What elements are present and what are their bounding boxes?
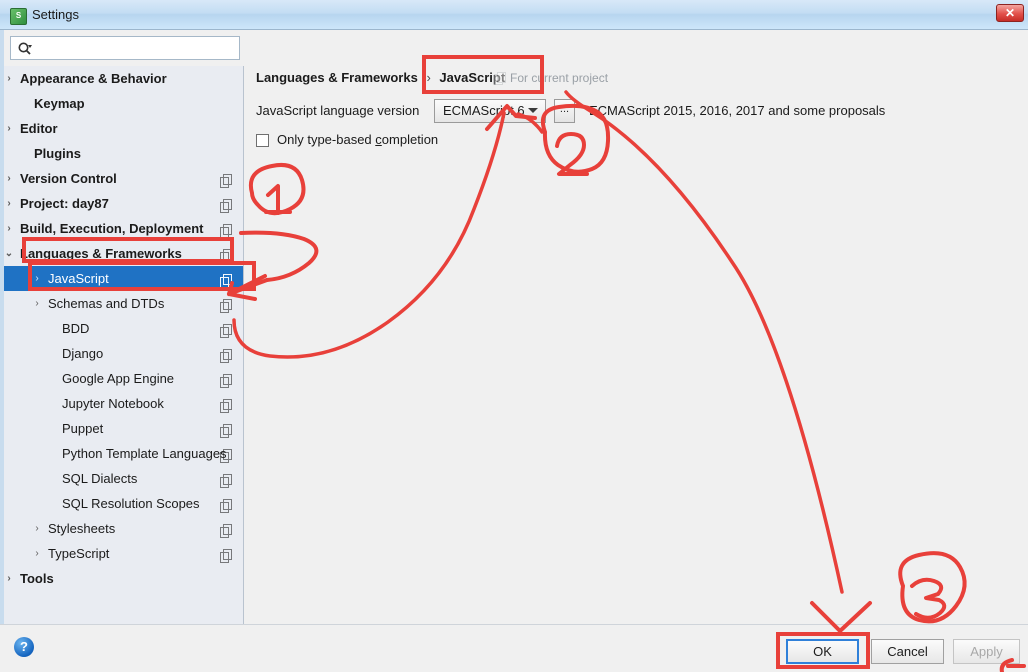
- help-icon[interactable]: ?: [14, 637, 34, 657]
- settings-dialog: S Settings ✕ › Appearance & Behavior Keyma…: [0, 0, 1028, 672]
- sidebar-item-label: Languages & Frameworks: [20, 246, 182, 261]
- sidebar-item-label: Editor: [20, 121, 58, 136]
- sidebar-item-editor[interactable]: › Editor: [4, 116, 243, 141]
- sidebar-item-tools[interactable]: › Tools: [4, 566, 243, 591]
- sidebar-item-label: SQL Dialects: [62, 471, 138, 486]
- sidebar-item-label: Django: [62, 346, 104, 361]
- copy-settings-icon[interactable]: [220, 471, 233, 488]
- copy-settings-icon[interactable]: [220, 296, 233, 313]
- type-based-completion-checkbox[interactable]: [256, 134, 269, 147]
- sidebar-item-label: Keymap: [34, 96, 85, 111]
- title-bar: S Settings ✕: [0, 0, 1028, 30]
- chevron-right-icon[interactable]: ›: [4, 191, 16, 216]
- close-icon[interactable]: ✕: [996, 4, 1024, 22]
- chevron-right-icon[interactable]: ›: [30, 516, 44, 541]
- search-icon: [17, 41, 33, 57]
- sidebar-item-label: TypeScript: [48, 546, 110, 561]
- language-version-description: ECMAScript 2015, 2016, 2017 and some pro…: [589, 103, 886, 118]
- sidebar-item-label: Version Control: [20, 171, 117, 186]
- sidebar-item-sql-dialects[interactable]: SQL Dialects: [4, 466, 243, 491]
- chevron-down-icon[interactable]: ⌄: [4, 241, 16, 266]
- sidebar-item-project-day87[interactable]: › Project: day87: [4, 191, 243, 216]
- sidebar-item-build-execution-deployment[interactable]: › Build, Execution, Deployment: [4, 216, 243, 241]
- chevron-right-icon[interactable]: ›: [4, 166, 16, 191]
- language-version-value: ECMAScript 6: [443, 103, 525, 118]
- copy-settings-icon[interactable]: [220, 446, 233, 463]
- copy-settings-icon[interactable]: [220, 396, 233, 413]
- copy-settings-icon[interactable]: [220, 171, 233, 188]
- sidebar-item-label: Stylesheets: [48, 521, 116, 536]
- language-version-label: JavaScript language version: [256, 103, 420, 118]
- apply-button[interactable]: Apply: [953, 639, 1020, 664]
- sidebar-item-django[interactable]: Django: [4, 341, 243, 366]
- chevron-down-icon: [528, 108, 538, 113]
- sidebar-item-plugins[interactable]: Plugins: [4, 141, 243, 166]
- language-version-select[interactable]: ECMAScript 6: [434, 99, 546, 123]
- sidebar-item-label: Schemas and DTDs: [48, 296, 165, 311]
- copy-settings-icon[interactable]: [220, 196, 233, 213]
- copy-settings-icon[interactable]: [220, 371, 233, 388]
- sidebar-item-label: Project: day87: [20, 196, 109, 211]
- chevron-right-icon[interactable]: ›: [30, 266, 44, 291]
- chevron-right-icon[interactable]: ›: [4, 216, 16, 241]
- sidebar-item-bdd[interactable]: BDD: [4, 316, 243, 341]
- sidebar-item-schemas-and-dtds[interactable]: › Schemas and DTDs: [4, 291, 243, 316]
- copy-settings-icon[interactable]: [220, 421, 233, 438]
- for-current-project-label: For current project: [510, 71, 609, 85]
- sidebar-item-label: SQL Resolution Scopes: [62, 496, 200, 511]
- chevron-right-icon[interactable]: ›: [4, 566, 16, 591]
- sidebar-item-label: Python Template Languages: [62, 446, 227, 461]
- sidebar-item-label: Tools: [20, 571, 54, 586]
- sidebar-item-typescript[interactable]: › TypeScript: [4, 541, 243, 566]
- sidebar-item-stylesheets[interactable]: › Stylesheets: [4, 516, 243, 541]
- language-version-more-button[interactable]: ...: [554, 99, 575, 123]
- copy-settings-icon[interactable]: [220, 321, 233, 338]
- copy-settings-icon[interactable]: [220, 521, 233, 538]
- copy-settings-icon[interactable]: [220, 346, 233, 363]
- sidebar-item-sql-resolution-scopes[interactable]: SQL Resolution Scopes: [4, 491, 243, 516]
- copy-settings-icon[interactable]: [220, 271, 233, 288]
- settings-tree[interactable]: › Appearance & Behavior Keymap › Editor Plugi…: [4, 66, 244, 654]
- sidebar-item-label: JavaScript: [48, 271, 109, 286]
- breadcrumb-separator: ›: [426, 70, 431, 85]
- sidebar-item-google-app-engine[interactable]: Google App Engine: [4, 366, 243, 391]
- search-box[interactable]: [10, 36, 240, 60]
- sidebar-item-keymap[interactable]: Keymap: [4, 91, 243, 116]
- copy-settings-icon[interactable]: [220, 221, 233, 238]
- settings-app-icon: S: [10, 8, 27, 25]
- chevron-right-icon[interactable]: ›: [4, 116, 16, 141]
- copy-settings-icon[interactable]: [220, 496, 233, 513]
- breadcrumb-root[interactable]: Languages & Frameworks: [256, 70, 418, 85]
- sidebar-item-label: Puppet: [62, 421, 104, 436]
- content-panel: Languages & Frameworks › JavaScript For …: [245, 66, 1028, 654]
- type-based-completion-label: Only type-based completion: [277, 132, 439, 147]
- sidebar-item-label: Build, Execution, Deployment: [20, 221, 204, 236]
- search-input[interactable]: [37, 39, 239, 59]
- window-title: Settings: [32, 7, 79, 22]
- chevron-right-icon[interactable]: ›: [30, 541, 44, 566]
- sidebar-item-appearance-behavior[interactable]: › Appearance & Behavior: [4, 66, 243, 91]
- sidebar-item-label: Google App Engine: [62, 371, 175, 386]
- cancel-button[interactable]: Cancel: [871, 639, 944, 664]
- sidebar-item-languages-frameworks[interactable]: ⌄ Languages & Frameworks: [4, 241, 243, 266]
- breadcrumb: Languages & Frameworks › JavaScript: [256, 70, 505, 85]
- sidebar-item-python-template-languages[interactable]: Python Template Languages: [4, 441, 243, 466]
- chevron-right-icon[interactable]: ›: [30, 291, 44, 316]
- chevron-right-icon[interactable]: ›: [4, 66, 16, 91]
- sidebar-item-puppet[interactable]: Puppet: [4, 416, 243, 441]
- sidebar-item-jupyter-notebook[interactable]: Jupyter Notebook: [4, 391, 243, 416]
- sidebar-item-version-control[interactable]: › Version Control: [4, 166, 243, 191]
- ok-button[interactable]: OK: [786, 639, 859, 664]
- project-scope-icon: [494, 72, 507, 86]
- dialog-footer: ? OK Cancel Apply: [0, 624, 1028, 672]
- sidebar-item-javascript[interactable]: › JavaScript: [4, 266, 243, 291]
- copy-settings-icon[interactable]: [220, 246, 233, 263]
- sidebar-item-label: Plugins: [34, 146, 81, 161]
- sidebar-item-label: BDD: [62, 321, 90, 336]
- sidebar-item-label: Appearance & Behavior: [20, 71, 167, 86]
- sidebar-item-label: Jupyter Notebook: [62, 396, 164, 411]
- copy-settings-icon[interactable]: [220, 546, 233, 563]
- dialog-body: › Appearance & Behavior Keymap › Editor Plugi…: [0, 30, 1028, 672]
